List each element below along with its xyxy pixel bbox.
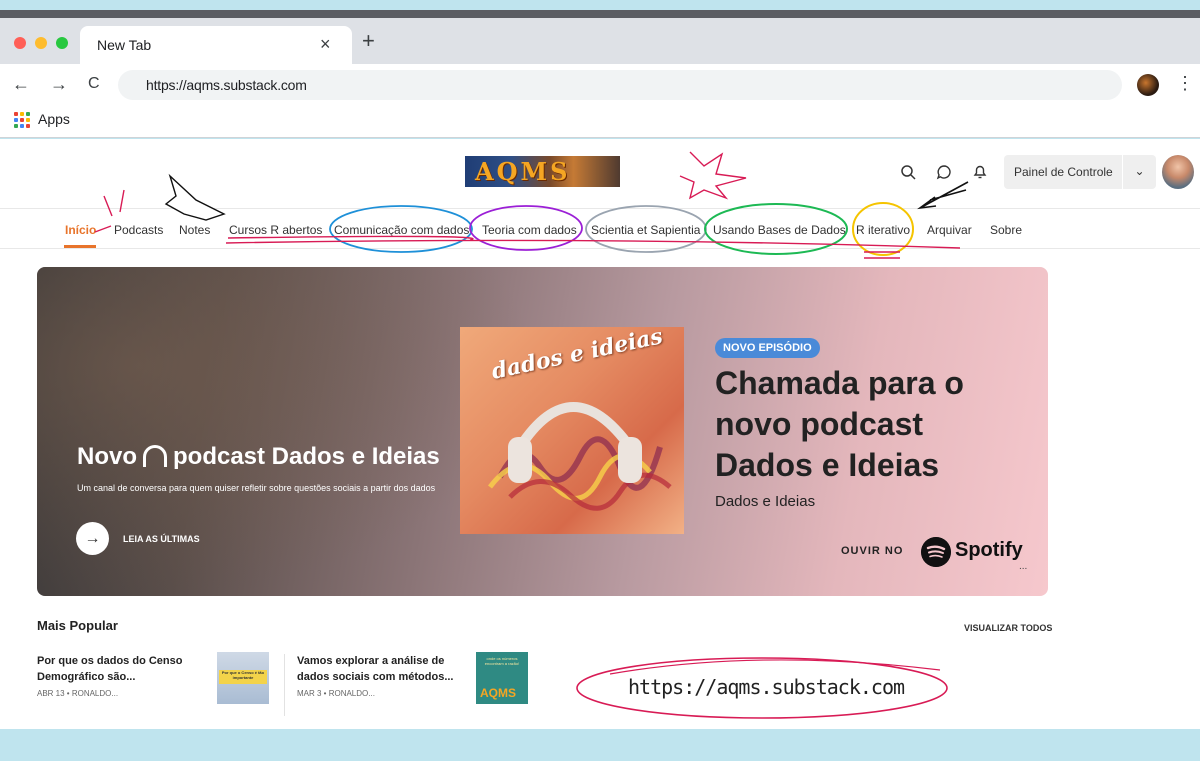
search-icon[interactable] <box>900 164 916 180</box>
browser-tab-bar: New Tab × + <box>0 18 1200 64</box>
logo-text: AQMS <box>475 157 571 186</box>
apps-grid-icon[interactable] <box>14 112 30 128</box>
close-window-button[interactable] <box>14 37 26 49</box>
nav-notes[interactable]: Notes <box>179 223 210 237</box>
thumbnail-caption: Por que o Censo é tão importante <box>219 670 267 684</box>
nav-podcasts[interactable]: Podcasts <box>114 223 163 237</box>
nav-scientia-et-sapientia[interactable]: Scientia et Sapientia <box>591 223 700 237</box>
headphones-icon <box>143 445 167 467</box>
nav-cursos-r-abertos[interactable]: Cursos R abertos <box>229 223 322 237</box>
most-popular-heading: Mais Popular <box>37 618 118 633</box>
divider <box>284 654 285 716</box>
window-frame <box>0 10 1200 18</box>
new-episode-badge: NOVO EPISÓDIO <box>715 338 820 358</box>
forward-button[interactable]: → <box>50 74 68 94</box>
thumbnail-caption: onde os números encontram a razão! <box>484 656 520 666</box>
chat-icon[interactable] <box>936 164 952 180</box>
hero-title-part1: Novo <box>77 443 137 470</box>
user-avatar[interactable] <box>1162 155 1194 189</box>
divider <box>0 208 1200 209</box>
tab-title: New Tab <box>97 37 152 53</box>
spotify-link[interactable]: Spotify <box>955 539 1023 562</box>
dashboard-button[interactable]: Painel de Controle <box>1004 155 1122 189</box>
listen-on-label: OUVIR NO <box>841 545 904 557</box>
hero-subtitle: Um canal de conversa para quem quiser re… <box>77 483 436 493</box>
episode-show-name: Dados e Ideias <box>715 493 816 510</box>
url-callout-text: https://aqms.substack.com <box>628 675 905 699</box>
profile-avatar[interactable] <box>1137 74 1159 96</box>
tab-close-icon[interactable]: × <box>320 34 331 55</box>
nav-comunicacao-com-dados[interactable]: Comunicação com dados <box>334 223 469 237</box>
hero-title-part2: podcast Dados e Ideias <box>173 443 440 470</box>
reload-button[interactable]: C <box>88 74 100 94</box>
bell-icon[interactable] <box>972 163 988 180</box>
podcast-cover[interactable]: dados e ideias <box>460 327 684 534</box>
nav-sobre[interactable]: Sobre <box>990 223 1022 237</box>
bookmarks-bar: Apps <box>0 106 1200 138</box>
spotify-icon[interactable] <box>921 537 951 567</box>
post-title-analise[interactable]: Vamos explorar a análise de dados sociai… <box>297 653 472 685</box>
divider <box>0 248 1200 249</box>
post-meta-analise: MAR 3 • RONALDO... <box>297 689 375 698</box>
nav-r-iterativo[interactable]: R iterativo <box>856 223 910 237</box>
new-tab-button[interactable]: + <box>362 30 375 52</box>
thumbnail-brand: AQMS <box>480 686 516 700</box>
nav-arquivar[interactable]: Arquivar <box>927 223 972 237</box>
browser-toolbar: ← → C https://aqms.substack.com ⋮ <box>0 64 1200 106</box>
arrow-right-icon[interactable]: → <box>76 522 109 555</box>
view-all-link[interactable]: VISUALIZAR TODOS <box>964 623 1052 633</box>
site-logo[interactable]: AQMS <box>465 156 620 187</box>
nav-teoria-com-dados[interactable]: Teoria com dados <box>482 223 577 237</box>
more-options[interactable]: ... <box>1019 561 1027 572</box>
address-bar[interactable]: https://aqms.substack.com <box>118 70 1122 100</box>
hero-banner[interactable]: Novo podcast Dados e Ideias Um canal de c… <box>37 267 1048 596</box>
nav-inicio[interactable]: Início <box>65 223 96 237</box>
dashboard-dropdown-button[interactable]: ⌄ <box>1123 155 1156 189</box>
post-thumbnail-censo[interactable]: Por que o Censo é tão importante <box>217 652 269 704</box>
back-button[interactable]: ← <box>12 74 30 94</box>
maximize-window-button[interactable] <box>56 37 68 49</box>
post-meta-censo: ABR 13 • RONALDO... <box>37 689 119 698</box>
post-title-censo[interactable]: Por que os dados do Censo Demográfico sã… <box>37 653 207 685</box>
post-thumbnail-analise[interactable]: onde os números encontram a razão! AQMS <box>476 652 528 704</box>
nav-usando-bases-de-dados[interactable]: Usando Bases de Dados <box>713 223 846 237</box>
minimize-window-button[interactable] <box>35 37 47 49</box>
substack-page: AQMS Painel de Controle ⌄ Início Podcast… <box>0 139 1200 729</box>
address-text: https://aqms.substack.com <box>146 77 307 93</box>
hero-title: Novo podcast Dados e Ideias <box>77 443 440 471</box>
top-border <box>0 0 1200 10</box>
episode-title[interactable]: Chamada para o novo podcast Dados e Idei… <box>715 363 1015 486</box>
bottom-strip <box>0 729 1200 761</box>
apps-bookmark[interactable]: Apps <box>38 111 70 127</box>
browser-tab[interactable]: New Tab × <box>80 26 352 64</box>
read-latest-link[interactable]: LEIA AS ÚLTIMAS <box>123 534 200 544</box>
browser-menu-icon[interactable]: ⋮ <box>1176 73 1194 94</box>
